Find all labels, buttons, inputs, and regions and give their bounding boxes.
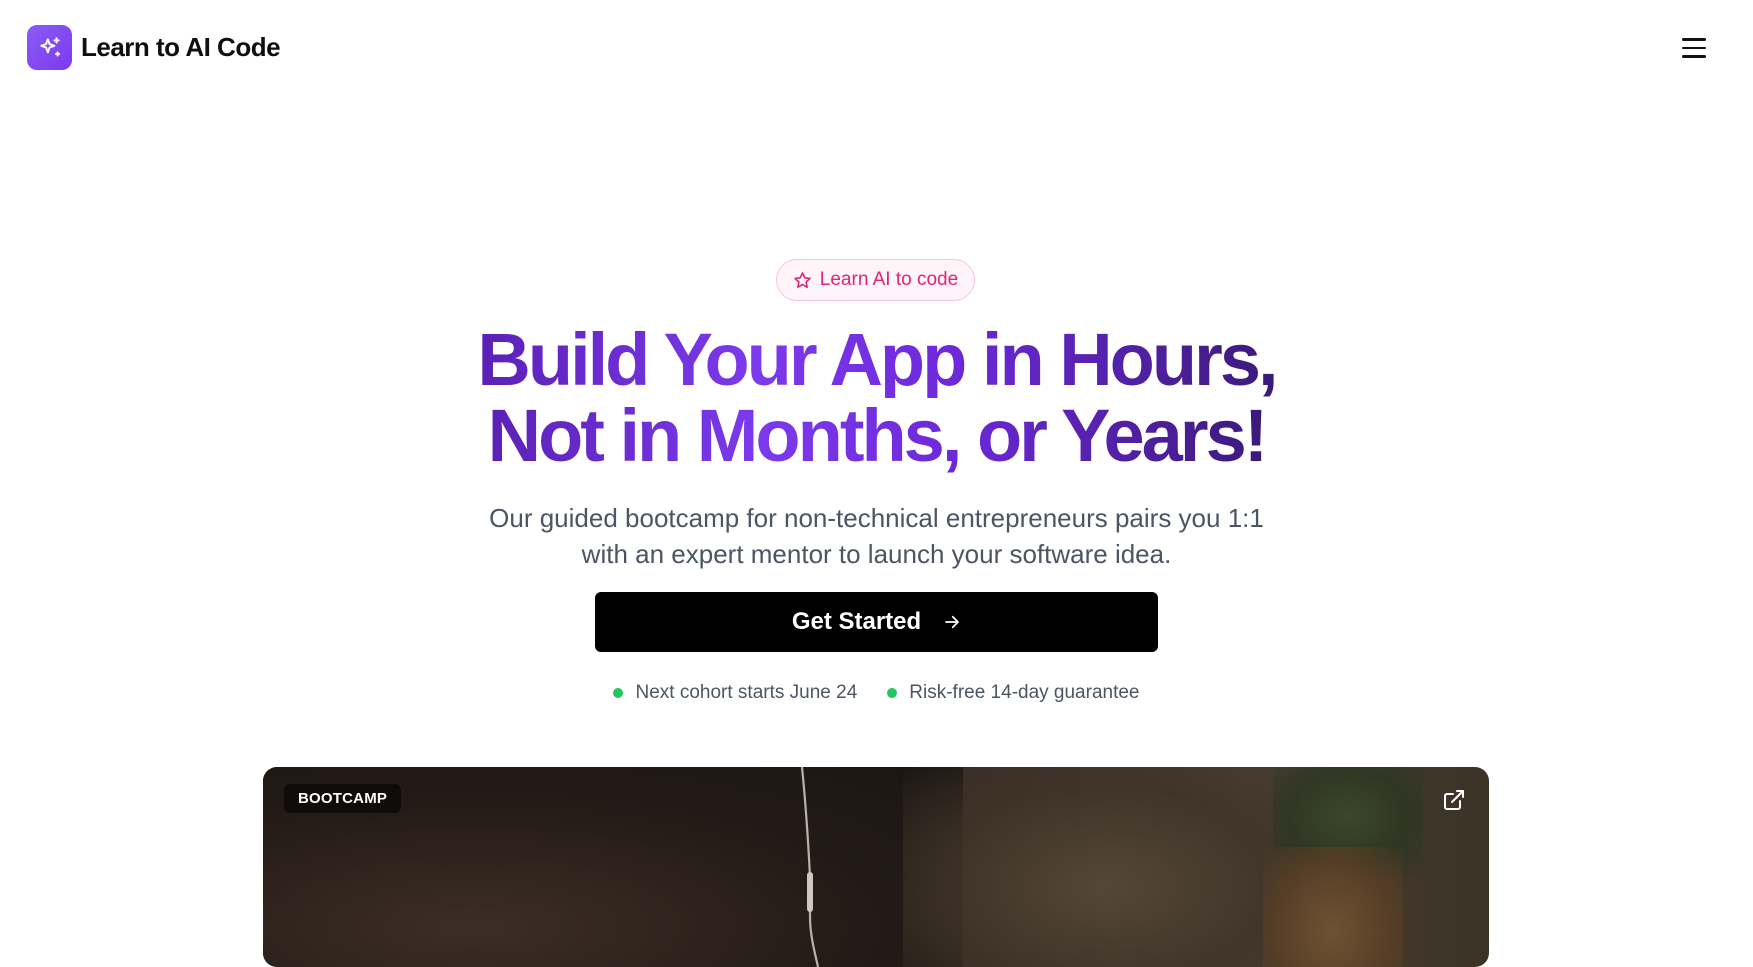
- subtitle-line-2: with an expert mentor to launch your sof…: [581, 539, 1172, 569]
- hamburger-menu-icon[interactable]: [1680, 34, 1708, 62]
- get-started-button[interactable]: Get Started: [595, 592, 1158, 652]
- headline-line-1: Build Your App in Hours,: [477, 318, 1278, 401]
- site-header: Learn to AI Code: [0, 0, 1753, 96]
- perk-guarantee-text: Risk-free 14-day guarantee: [909, 682, 1140, 703]
- get-started-label: Get Started: [791, 608, 922, 635]
- perk-cohort-text: Next cohort starts June 24: [635, 682, 858, 703]
- hero-perks: Next cohort starts June 24 Risk-free 14-…: [0, 682, 1753, 704]
- subtitle-line-1: Our guided bootcamp for non-technical en…: [489, 503, 1264, 533]
- hero-headline: Build Your App in Hours, Not in Months, …: [0, 322, 1753, 474]
- hero-badge: Learn AI to code: [776, 259, 975, 301]
- star-icon: [793, 271, 812, 290]
- bootcamp-tag: BOOTCAMP: [284, 784, 402, 813]
- arrow-right-icon: [943, 613, 961, 631]
- sparkles-icon: [27, 25, 72, 70]
- brand-logo-link[interactable]: Learn to AI Code: [27, 25, 281, 70]
- status-dot: [887, 688, 898, 698]
- bootcamp-media-card[interactable]: BOOTCAMP: [263, 767, 1489, 967]
- hero-subtitle: Our guided bootcamp for non-technical en…: [426, 500, 1327, 572]
- brand-name: Learn to AI Code: [81, 32, 281, 62]
- hero-badge-label: Learn AI to code: [819, 269, 959, 290]
- perk-item: Next cohort starts June 24: [613, 682, 857, 704]
- bootcamp-photo: [263, 767, 1489, 967]
- headline-line-2: Not in Months, or Years!: [487, 394, 1269, 477]
- status-dot: [613, 688, 624, 698]
- perk-item: Risk-free 14-day guarantee: [887, 682, 1140, 704]
- external-link-icon[interactable]: [1441, 787, 1467, 813]
